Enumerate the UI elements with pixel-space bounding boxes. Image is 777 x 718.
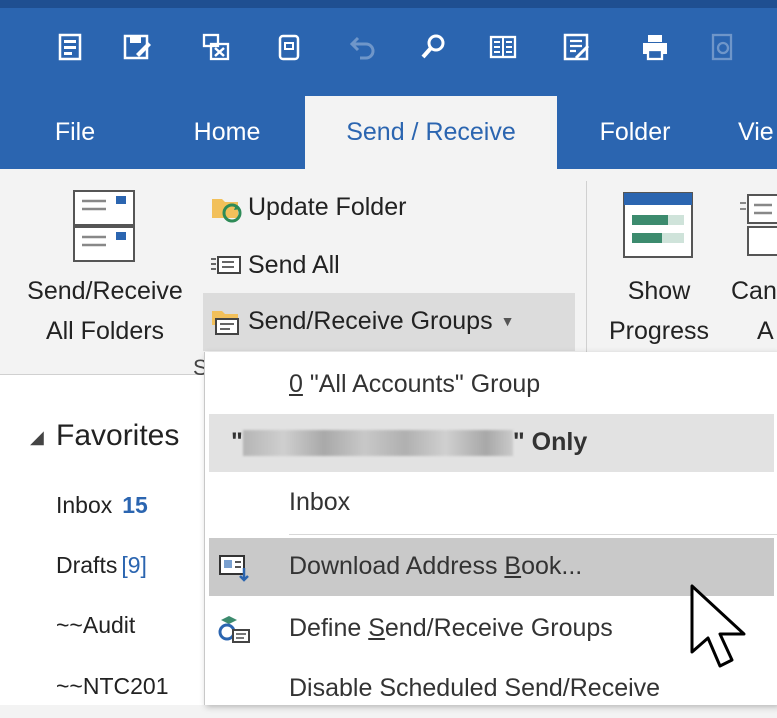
download-address-book-label: Download Address Book... [289, 552, 582, 581]
drafts-count: [9] [121, 552, 147, 578]
tab-file[interactable]: File [28, 96, 122, 169]
nav-item-inbox[interactable]: Inbox 15 [56, 492, 148, 519]
send-receive-groups-menu: 0 "All Accounts" Group " " Only Inbox Dow… [204, 352, 777, 705]
download-address-book-icon [217, 550, 251, 584]
window-top-strip [0, 0, 777, 8]
redacted-account-name [242, 430, 513, 457]
tab-home[interactable]: Home [168, 96, 286, 169]
drafts-label: Drafts [56, 552, 118, 578]
download-accesskey: B [504, 552, 522, 580]
menu-item-disable-scheduled[interactable]: Disable Scheduled Send/Receive [205, 660, 777, 718]
archive-icon[interactable] [272, 30, 306, 64]
update-folder-button[interactable]: Update Folder [210, 187, 406, 227]
menu-item-all-accounts[interactable]: 0 "All Accounts" Group [205, 356, 777, 414]
print-preview-icon[interactable] [706, 30, 740, 64]
define-groups-icon [217, 612, 251, 646]
all-accounts-text: "All Accounts" Group [302, 370, 541, 398]
nav-item-audit[interactable]: ~~Audit [56, 612, 135, 639]
menu-item-define-groups[interactable]: Define Send/Receive Groups [205, 600, 777, 658]
menu-separator [289, 534, 777, 535]
download-text-2: ook... [521, 552, 583, 580]
send-receive-groups-icon [210, 305, 242, 337]
nav-item-drafts[interactable]: Drafts [9] [56, 552, 147, 579]
tab-folder[interactable]: Folder [580, 96, 690, 169]
cancel-all-label-1[interactable]: Can [731, 271, 777, 311]
favorites-header[interactable]: Favorites [56, 419, 179, 453]
download-text-1: Download Address [289, 552, 505, 580]
all-accounts-accesskey: 0 [289, 370, 303, 398]
account-only-label: " " Only [231, 428, 587, 457]
ribbon-divider [586, 181, 587, 361]
inbox-label: Inbox [56, 492, 113, 518]
define-groups-label: Define Send/Receive Groups [289, 614, 613, 643]
cancel-all-label-2[interactable]: A [757, 311, 777, 351]
search-icon[interactable] [416, 30, 450, 64]
update-folder-icon [210, 191, 242, 223]
send-receive-groups-button[interactable]: Send/Receive Groups ▼ [203, 293, 575, 351]
send-all-icon [210, 249, 242, 281]
menu-inbox-label: Inbox [289, 488, 351, 516]
show-progress-label-2[interactable]: Progress [600, 311, 718, 351]
tab-view[interactable]: Vie [738, 96, 777, 169]
update-folder-label: Update Folder [248, 192, 407, 221]
address-book-icon[interactable] [486, 30, 520, 64]
folder-pane: ◢ Favorites Inbox 15 Drafts [9] ~~Audit ~~… [0, 375, 204, 705]
ribbon-tab-bar: File Home Send / Receive Folder Vie [0, 96, 777, 169]
print-icon[interactable] [638, 30, 672, 64]
show-progress-icon [622, 191, 694, 259]
save-as-icon[interactable] [120, 30, 154, 64]
define-accesskey: S [368, 614, 385, 642]
define-text-2: end/Receive Groups [384, 614, 613, 642]
disable-scheduled-label: Disable Scheduled Send/Receive [289, 674, 661, 702]
menu-item-download-address-book[interactable]: Download Address Book... [209, 538, 774, 596]
menu-item-inbox[interactable]: Inbox [205, 474, 777, 532]
account-only-suffix: " Only [512, 428, 588, 456]
ribbon: Send/Receive All Folders Update Folder S… [0, 169, 777, 380]
nav-item-ntc[interactable]: ~~NTC201 [56, 673, 206, 700]
quick-access-toolbar [0, 0, 777, 96]
send-receive-all-label-2[interactable]: All Folders [10, 311, 200, 351]
define-text-1: Define [289, 614, 369, 642]
undo-icon[interactable] [346, 30, 380, 64]
forms-icon[interactable] [560, 30, 594, 64]
new-items-icon[interactable] [54, 30, 88, 64]
send-all-button[interactable]: Send All [210, 245, 340, 285]
chevron-down-icon: ▼ [500, 313, 515, 329]
send-receive-all-label-1[interactable]: Send/Receive [10, 271, 200, 311]
send-receive-groups-label: Send/Receive Groups [248, 306, 493, 335]
inbox-unread-count: 15 [122, 492, 148, 518]
all-accounts-label: 0 "All Accounts" Group [289, 370, 540, 399]
menu-item-account-only[interactable]: " " Only [209, 414, 774, 472]
collapse-triangle-icon[interactable]: ◢ [30, 427, 44, 448]
show-progress-label-1[interactable]: Show [600, 271, 718, 311]
cancel-all-icon [738, 193, 777, 261]
send-all-label: Send All [248, 250, 340, 279]
send-receive-groups-content: Send/Receive Groups ▼ [210, 301, 514, 341]
send-receive-all-icon [66, 187, 146, 267]
account-quote-open: " [231, 428, 243, 456]
tab-send-receive[interactable]: Send / Receive [305, 96, 557, 169]
delete-icon[interactable] [200, 30, 234, 64]
